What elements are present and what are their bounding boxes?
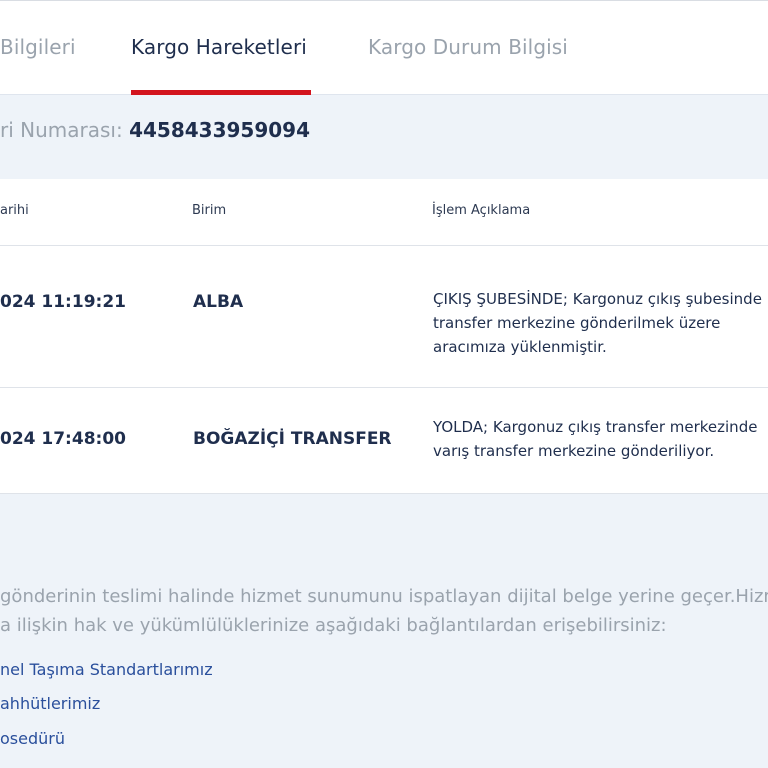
header-description: İşlem Açıklama [432, 203, 531, 218]
row-description-line: transfer merkezine gönderilmek üzere [433, 314, 721, 332]
link-commitments[interactable]: ahhütlerimiz [0, 694, 100, 713]
tab-shipment-info[interactable]: Bilgileri [0, 35, 76, 59]
row-description: YOLDA; Kargonuz çıkış transfer merkezind… [433, 415, 768, 463]
tab-cargo-movements[interactable]: Kargo Hareketleri [131, 35, 307, 59]
tracking-number-line: ri Numarası: 4458433959094 [0, 118, 310, 142]
link-transport-standards[interactable]: nel Taşıma Standartlarımız [0, 660, 213, 679]
tab-cargo-status[interactable]: Kargo Durum Bilgisi [368, 35, 568, 59]
active-tab-indicator [131, 90, 311, 95]
legal-notice-line: a ilişkin hak ve yükümlülüklerinize aşağ… [0, 615, 667, 636]
header-date: arihi [0, 203, 29, 218]
row-description-line: varış transfer merkezine gönderiliyor. [433, 442, 715, 460]
legal-notice: gönderinin teslimi halinde hizmet sunumu… [0, 582, 768, 640]
row-description: ÇIKIŞ ŞUBESİNDE; Kargonuz çıkış şubesind… [433, 287, 768, 359]
row-description-line: YOLDA; Kargonuz çıkış transfer merkezind… [433, 418, 758, 436]
row-date: 024 17:48:00 [0, 429, 126, 449]
row-description-line: ÇIKIŞ ŞUBESİNDE; Kargonuz çıkış şubesind… [433, 290, 762, 308]
tracking-number-value: 4458433959094 [129, 118, 310, 142]
tabs-bar: Bilgileri Kargo Hareketleri Kargo Durum … [0, 0, 768, 95]
table-footer [0, 493, 768, 530]
table-row: 024 11:19:21 ALBA ÇIKIŞ ŞUBESİNDE; Kargo… [0, 245, 768, 387]
legal-notice-line: gönderinin teslimi halinde hizmet sunumu… [0, 586, 768, 607]
row-unit: ALBA [193, 292, 244, 312]
movements-table: arihi Birim İşlem Açıklama 024 11:19:21 … [0, 179, 768, 493]
row-unit: BOĞAZİÇİ TRANSFER [193, 429, 392, 449]
row-date: 024 11:19:21 [0, 292, 126, 312]
tracking-number-label: ri Numarası: [0, 118, 123, 142]
table-row: 024 17:48:00 BOĞAZİÇİ TRANSFER YOLDA; Ka… [0, 387, 768, 493]
link-procedure[interactable]: osedürü [0, 729, 65, 748]
row-description-line: aracımıza yüklenmiştir. [433, 338, 607, 356]
header-unit: Birim [192, 203, 227, 218]
